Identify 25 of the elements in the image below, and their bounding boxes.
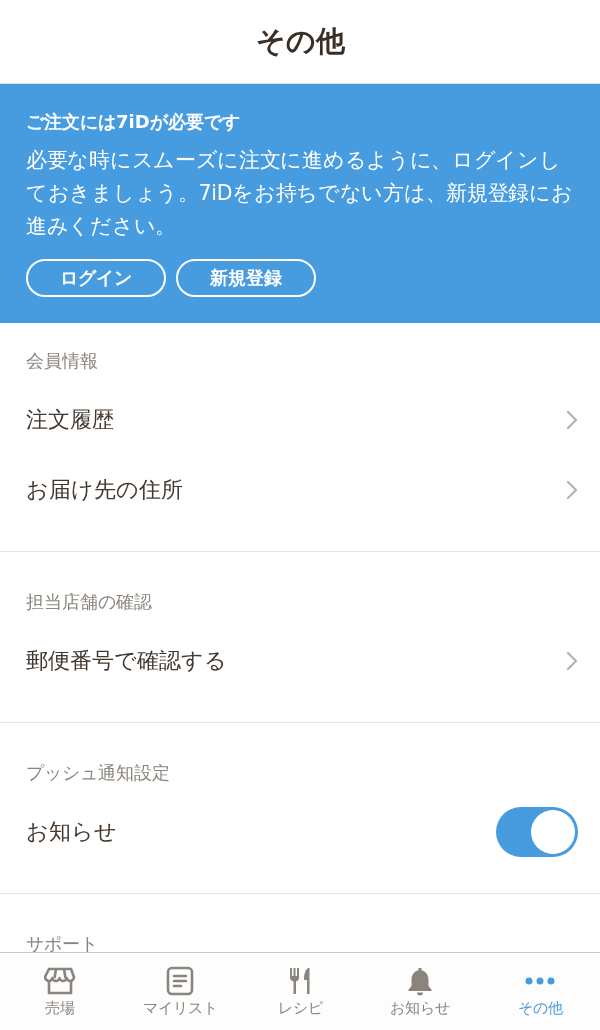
section-heading: プッシュ通知設定 [25,761,171,785]
section-heading: 担当店舗の確認 [25,590,153,614]
section-heading: 会員情報 [25,349,99,373]
chevron-right-icon [566,410,578,430]
more-icon [524,977,556,985]
chevron-right-icon [566,480,578,500]
setting-label: お知らせ [26,818,117,846]
notice-text: 必要な時にスムーズに注文に進めるように、ログインしておきましょう。7iDをお持ちでない方は、新規登録にお進みください。 [26,147,574,240]
tab-item[interactable]: その他 [480,953,600,1030]
tab-item[interactable]: レシピ [240,953,360,1030]
list-icon [164,965,196,997]
tab-item[interactable]: マイリスト [120,953,240,1030]
notice-title: ご注文には7iDが必要です [26,110,241,134]
storefront-icon [44,965,76,997]
menu-item[interactable]: お届け先の住所 [0,455,600,525]
section-heading: サポート [25,932,99,952]
chevron-right-icon [566,651,578,671]
register-button[interactable]: 新規登録 [176,259,316,297]
tab-item[interactable]: お知らせ [360,953,480,1030]
menu-item[interactable]: 郵便番号で確認する [0,626,600,696]
toggle-switch[interactable] [496,807,578,857]
tab-item[interactable]: 売場 [0,953,120,1030]
menu-item[interactable]: 注文履歴 [0,385,600,455]
page-title: その他 [255,22,345,60]
login-button[interactable]: ログイン [26,259,166,297]
